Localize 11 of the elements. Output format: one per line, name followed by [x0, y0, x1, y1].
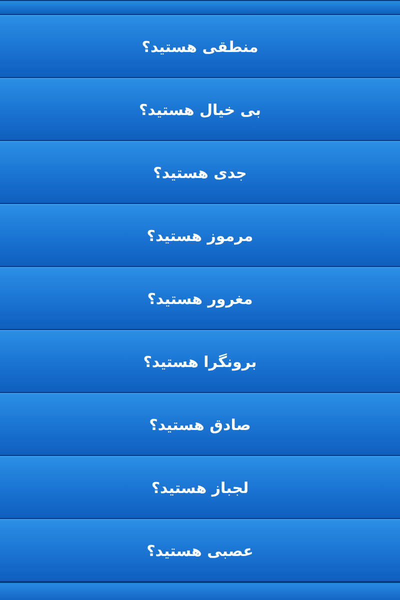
list-item[interactable] [0, 0, 400, 15]
list-item[interactable]: عصبی هستید؟ [0, 519, 400, 582]
list-item[interactable]: صادق هستید؟ [0, 393, 400, 456]
list-item[interactable]: مغرور هستید؟ [0, 267, 400, 330]
list-item[interactable] [0, 582, 400, 600]
list-item[interactable]: بی خیال هستید؟ [0, 78, 400, 141]
list-item[interactable]: لجباز هستید؟ [0, 456, 400, 519]
list-item[interactable]: برونگرا هستید؟ [0, 330, 400, 393]
list-item[interactable]: مرموز هستید؟ [0, 204, 400, 267]
list-item[interactable]: منطقی هستید؟ [0, 15, 400, 78]
list-item[interactable]: جدی هستید؟ [0, 141, 400, 204]
